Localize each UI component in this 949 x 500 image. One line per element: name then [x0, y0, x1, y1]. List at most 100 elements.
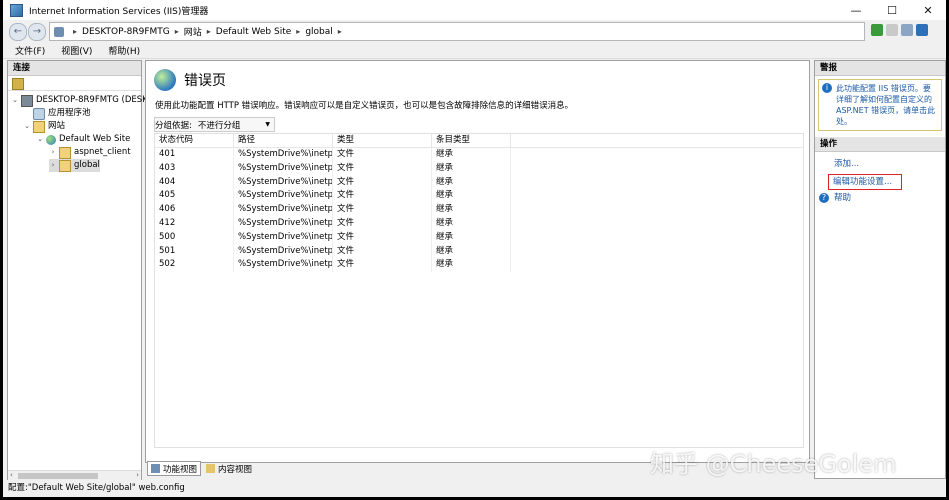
cell-type: 文件: [333, 230, 432, 245]
breadcrumb-site[interactable]: Default Web Site: [216, 27, 292, 37]
tab-features-view[interactable]: 功能视图: [147, 461, 202, 476]
scroll-left-icon[interactable]: ‹: [10, 471, 13, 479]
new-connection-icon[interactable]: [12, 78, 24, 90]
actions-title: 操作: [815, 137, 945, 152]
iis-app-icon: [10, 3, 23, 17]
tree-label: DESKTOP-8R9FMTG (DESK: [36, 95, 148, 105]
title-bar: Internet Information Services (IIS)管理器 —…: [3, 0, 946, 20]
column-path[interactable]: 路径: [234, 134, 333, 147]
cell-type: 文件: [333, 161, 432, 176]
connections-title: 连接: [8, 61, 141, 76]
scroll-thumb[interactable]: [18, 473, 98, 479]
chevron-right-icon: ▸: [206, 27, 211, 36]
cell-path: %SystemDrive%\inetp...: [234, 175, 333, 190]
table-row[interactable]: 403 %SystemDrive%\inetp... 文件 继承: [155, 161, 803, 176]
chevron-right-icon[interactable]: ›: [49, 146, 57, 159]
table-row[interactable]: 500 %SystemDrive%\inetp... 文件 继承: [155, 230, 803, 245]
tree-node-aspnet-client[interactable]: › aspnet_client: [49, 146, 131, 159]
group-by-dropdown[interactable]: 分组依据: 不进行分组 ▼: [154, 117, 275, 132]
page-heading: 错误页: [154, 69, 226, 91]
cell-status: 403: [155, 161, 234, 176]
table-row[interactable]: 502 %SystemDrive%\inetp... 文件 继承: [155, 258, 803, 273]
menu-bar: 文件(F) 视图(V) 帮助(H): [3, 42, 946, 59]
computer-icon: [21, 94, 33, 107]
expand-icon[interactable]: ⌄: [36, 133, 44, 146]
menu-view[interactable]: 视图(V): [61, 44, 92, 57]
column-type[interactable]: 类型: [333, 134, 432, 147]
scroll-right-icon[interactable]: ›: [136, 471, 139, 479]
table-row[interactable]: 406 %SystemDrive%\inetp... 文件 继承: [155, 203, 803, 217]
chevron-right-icon: ▸: [174, 27, 179, 36]
close-button[interactable]: ✕: [910, 0, 946, 20]
cell-type: 文件: [333, 258, 432, 273]
table-row[interactable]: 412 %SystemDrive%\inetp... 文件 继承: [155, 216, 803, 231]
table-row[interactable]: 405 %SystemDrive%\inetp... 文件 继承: [155, 189, 803, 204]
cell-entry-type: 继承: [432, 189, 511, 204]
edit-feature-settings-link[interactable]: 编辑功能设置...: [828, 174, 902, 190]
cell-status: 500: [155, 230, 234, 245]
cell-entry-type: 继承: [432, 148, 511, 162]
cell-path: %SystemDrive%\inetp...: [234, 244, 333, 259]
folder-icon: [59, 159, 71, 172]
refresh-icon[interactable]: [871, 24, 883, 36]
table-header: 状态代码 路径 类型 条目类型: [155, 134, 803, 148]
cell-path: %SystemDrive%\inetp...: [234, 258, 333, 273]
help-link[interactable]: ? 帮助: [815, 191, 945, 205]
window-title: Internet Information Services (IIS)管理器: [29, 6, 209, 17]
server-icon: [54, 26, 64, 37]
stop-icon[interactable]: [886, 24, 898, 36]
tree-node-server[interactable]: ⌄ DESKTOP-8R9FMTG (DESK: [11, 94, 148, 107]
cell-path: %SystemDrive%\inetp...: [234, 148, 333, 162]
error-pages-icon: [154, 69, 176, 91]
table-row[interactable]: 404 %SystemDrive%\inetp... 文件 继承: [155, 175, 803, 190]
menu-file[interactable]: 文件(F): [15, 44, 45, 57]
breadcrumb-server[interactable]: DESKTOP-8R9FMTG: [82, 27, 170, 37]
iis-manager-window: Internet Information Services (IIS)管理器 —…: [3, 0, 946, 497]
cell-entry-type: 继承: [432, 216, 511, 231]
tree-node-default-web-site[interactable]: ⌄ Default Web Site: [36, 133, 130, 146]
column-entry-type[interactable]: 条目类型: [432, 134, 511, 147]
cell-path: %SystemDrive%\inetp...: [234, 216, 333, 231]
cell-type: 文件: [333, 175, 432, 190]
help-icon[interactable]: [916, 24, 928, 36]
tree-label: Default Web Site: [59, 134, 131, 144]
cell-path: %SystemDrive%\inetp...: [234, 230, 333, 245]
breadcrumb-folder[interactable]: global: [305, 27, 332, 37]
column-status-code[interactable]: 状态代码: [155, 134, 234, 147]
status-bar: 配置:"Default Web Site/global" web.config: [3, 480, 946, 497]
back-button[interactable]: ←: [9, 23, 27, 41]
error-pages-panel: 错误页 使用此功能配置 HTTP 错误响应。错误响应可以是自定义错误页，也可以是…: [145, 60, 810, 463]
tree-node-sites[interactable]: ⌄ 网站: [23, 120, 65, 133]
add-link[interactable]: 添加...: [815, 157, 945, 171]
cell-entry-type: 继承: [432, 258, 511, 273]
address-row: ← → ▸ DESKTOP-8R9FMTG ▸ 网站 ▸ Default Web…: [3, 20, 946, 42]
tree-label: global: [74, 160, 100, 170]
breadcrumb-sites[interactable]: 网站: [184, 25, 202, 38]
chevron-right-icon[interactable]: ›: [49, 159, 57, 172]
expand-icon[interactable]: ⌄: [11, 94, 19, 107]
cell-path: %SystemDrive%\inetp...: [234, 189, 333, 204]
table-row[interactable]: 501 %SystemDrive%\inetp... 文件 继承: [155, 244, 803, 259]
menu-help[interactable]: 帮助(H): [108, 44, 140, 57]
help-label: 帮助: [834, 193, 852, 203]
alert-message[interactable]: i 此功能配置 IIS 错误页。要详细了解如何配置自定义的 ASP.NET 错误…: [818, 79, 942, 131]
tree-node-app-pools[interactable]: 应用程序池: [23, 107, 91, 120]
home-icon[interactable]: [901, 24, 913, 36]
maximize-button[interactable]: ☐: [874, 0, 910, 20]
tab-content-view[interactable]: 内容视图: [203, 462, 255, 475]
folder-icon: [59, 146, 71, 159]
expand-icon[interactable]: ⌄: [23, 120, 31, 133]
table-row[interactable]: 401 %SystemDrive%\inetp... 文件 继承: [155, 148, 803, 162]
tree-node-global[interactable]: › global: [49, 159, 100, 172]
alert-text[interactable]: 此功能配置 IIS 错误页。要详细了解如何配置自定义的 ASP.NET 错误页，…: [836, 83, 938, 127]
cell-status: 404: [155, 175, 234, 190]
cell-entry-type: 继承: [432, 203, 511, 217]
group-by-label: 分组依据:: [155, 120, 192, 131]
chevron-right-icon: ▸: [73, 27, 78, 36]
connections-panel: 连接 ⌄ DESKTOP-8R9FMTG (DESK 应用程序池 ⌄ 网站 ⌄ …: [7, 60, 148, 482]
cell-entry-type: 继承: [432, 175, 511, 190]
address-bar[interactable]: ▸ DESKTOP-8R9FMTG ▸ 网站 ▸ Default Web Sit…: [49, 22, 865, 41]
minimize-button[interactable]: —: [838, 0, 874, 20]
forward-button[interactable]: →: [28, 23, 46, 41]
chevron-right-icon: ▸: [296, 27, 301, 36]
